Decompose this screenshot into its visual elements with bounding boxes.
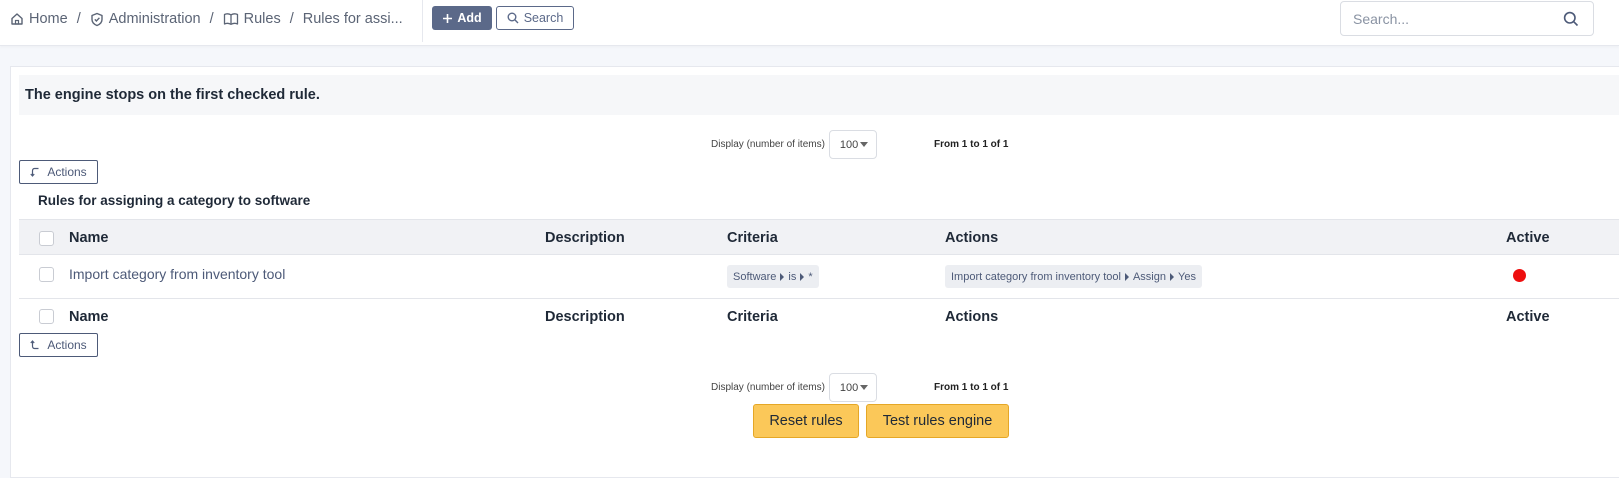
home-icon [11, 13, 23, 25]
display-label: Display (number of items) [711, 139, 825, 150]
breadcrumb-home-label: Home [29, 11, 68, 27]
criteria-field: Software [733, 270, 777, 283]
pagination-bottom: Display (number of items) 100 [711, 373, 877, 402]
breadcrumb-rules-label: Rules [243, 11, 281, 27]
breadcrumb-administration-label: Administration [108, 11, 201, 27]
massive-actions-button-bottom[interactable]: Actions [19, 333, 98, 357]
column-header-name[interactable]: Name [69, 230, 109, 246]
breadcrumb-separator: / [209, 11, 214, 27]
items-per-page-value: 100 [839, 381, 859, 394]
add-button-label: Add [457, 11, 482, 25]
caret-right-icon [1170, 272, 1174, 281]
table-row: Import category from inventory tool Soft… [19, 256, 1619, 299]
table-header: Name Description Criteria Actions Active [19, 219, 1619, 255]
chevron-down-icon [859, 385, 868, 390]
book-icon [223, 13, 238, 25]
column-footer-description[interactable]: Description [545, 309, 625, 325]
criteria-pattern: * [808, 270, 813, 283]
actions-label: Actions [47, 165, 87, 179]
table-title: Rules for assigning a category to softwa… [38, 193, 311, 208]
select-all-checkbox-footer[interactable] [39, 309, 54, 324]
action-value: Yes [1178, 270, 1196, 283]
engine-info-banner: The engine stops on the first checked ru… [19, 75, 1619, 115]
column-header-description[interactable]: Description [545, 230, 625, 246]
items-per-page-select[interactable]: 100 [828, 373, 877, 402]
breadcrumb-separator: / [76, 11, 81, 27]
table-footer: Name Description Criteria Actions Active [19, 300, 1619, 336]
column-footer-actions[interactable]: Actions [945, 309, 998, 325]
breadcrumb-administration[interactable]: Administration [90, 11, 201, 27]
select-all-checkbox[interactable] [39, 231, 54, 246]
column-header-active[interactable]: Active [1506, 230, 1550, 246]
row-checkbox[interactable] [39, 267, 54, 282]
add-button[interactable]: Add [432, 6, 492, 30]
shield-check-icon [91, 12, 103, 26]
global-search [1340, 1, 1594, 36]
caret-right-icon [1124, 272, 1129, 281]
action-field: Import category from inventory tool [951, 270, 1121, 283]
rules-panel: The engine stops on the first checked ru… [10, 66, 1619, 478]
test-rules-engine-button[interactable]: Test rules engine [866, 404, 1009, 438]
items-per-page-select[interactable]: 100 [828, 130, 877, 159]
chevron-down-icon [859, 142, 868, 147]
action-type: Assign [1132, 270, 1166, 283]
action-tag: Import category from inventory tool Assi… [945, 265, 1202, 288]
column-footer-criteria[interactable]: Criteria [727, 309, 778, 325]
display-label: Display (number of items) [711, 382, 825, 393]
column-footer-active[interactable]: Active [1506, 309, 1550, 325]
search-button[interactable]: Search [496, 6, 574, 30]
global-search-input[interactable] [1341, 2, 1541, 35]
search-icon[interactable] [1563, 11, 1579, 27]
search-button-label: Search [523, 11, 564, 25]
breadcrumb-rules[interactable]: Rules [223, 11, 281, 27]
breadcrumb-current[interactable]: Rules for assi... [303, 11, 403, 27]
column-header-criteria[interactable]: Criteria [727, 230, 778, 246]
criteria-tag: Software is * [727, 265, 819, 288]
column-header-actions[interactable]: Actions [945, 230, 998, 246]
breadcrumb: Home / Administration / Rules / Rules fo… [10, 8, 403, 30]
breadcrumb-separator: / [289, 11, 294, 27]
search-icon [507, 12, 519, 24]
pagination-count: From 1 to 1 of 1 [934, 139, 1009, 150]
pagination-top: Display (number of items) 100 [711, 130, 877, 159]
actions-label: Actions [47, 338, 87, 352]
inactive-status-dot [1513, 269, 1526, 282]
massive-actions-button-top[interactable]: Actions [19, 160, 98, 184]
plus-icon [443, 13, 453, 23]
criteria-condition: is [788, 270, 797, 283]
pagination-count: From 1 to 1 of 1 [934, 382, 1009, 393]
arrow-turn-down-left-icon [30, 167, 39, 177]
caret-right-icon [800, 272, 805, 281]
column-footer-name[interactable]: Name [69, 309, 109, 325]
breadcrumb-home[interactable]: Home [10, 11, 68, 27]
top-bar: Home / Administration / Rules / Rules fo… [0, 0, 1619, 46]
arrow-turn-up-left-icon [30, 340, 39, 350]
rule-name-link[interactable]: Import category from inventory tool [69, 266, 285, 282]
reset-rules-button[interactable]: Reset rules [753, 404, 859, 438]
toolbar-divider [422, 0, 423, 42]
caret-right-icon [780, 272, 785, 281]
items-per-page-value: 100 [839, 138, 859, 151]
